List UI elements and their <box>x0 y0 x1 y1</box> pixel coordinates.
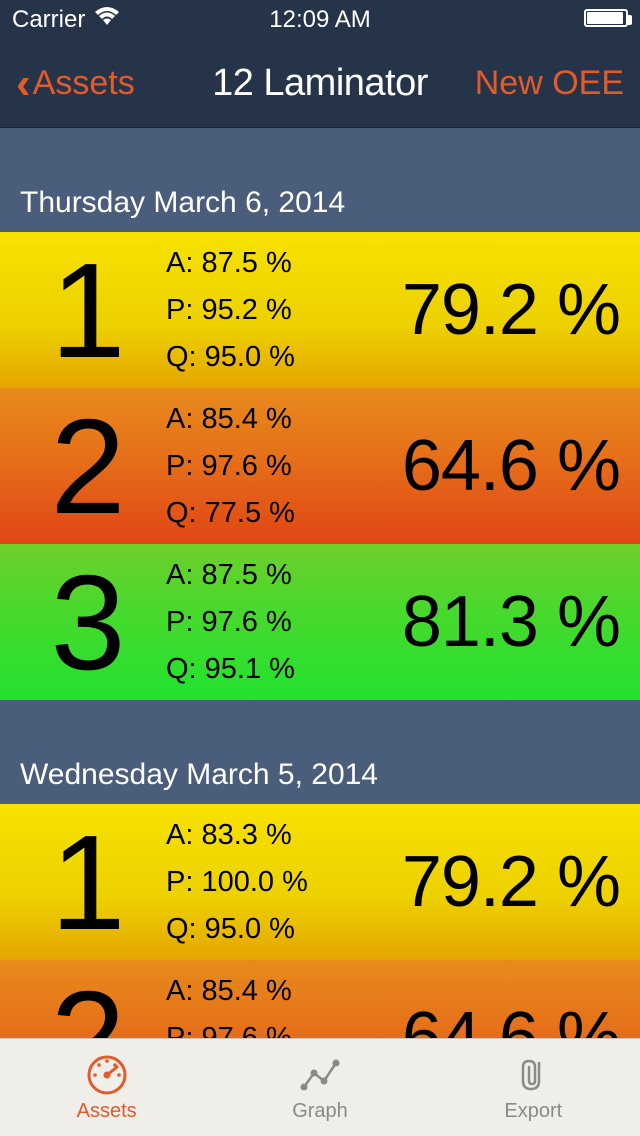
tab-bar: Assets Graph Export <box>0 1038 640 1136</box>
tab-assets-label: Assets <box>77 1100 137 1123</box>
tab-graph[interactable]: Graph <box>213 1039 426 1136</box>
oee-percent: 81.3 % <box>346 581 620 663</box>
shift-number: 3 <box>20 555 150 690</box>
date-header: Thursday March 6, 2014 <box>0 128 640 232</box>
oee-entry-row[interactable]: 2A: 85.4 %P: 97.6 %Q: 77.5 %64.6 % <box>0 960 640 1038</box>
shift-number: 2 <box>20 399 150 534</box>
back-label: Assets <box>33 64 135 103</box>
metric-p: P: 100.0 % <box>166 866 346 899</box>
metric-a: A: 85.4 % <box>166 975 346 1008</box>
oee-entry-row[interactable]: 1 A: 87.5 % P: 95.2 % Q: 95.0 %79.2 % <box>0 232 640 388</box>
oee-entry-row[interactable]: 2 A: 85.4 % P: 97.6 % Q: 77.5 %64.6 % <box>0 388 640 544</box>
oee-entry-row[interactable]: 3 A: 87.5 % P: 97.6 % Q: 95.1 %81.3 % <box>0 544 640 700</box>
oee-percent: 64.6 % <box>346 425 620 507</box>
metric-a: A: 87.5 % <box>166 559 346 592</box>
paperclip-icon <box>511 1052 555 1098</box>
gauge-icon <box>85 1052 129 1098</box>
shift-number: 1 <box>20 243 150 378</box>
metric-q: Q: 95.0 % <box>166 913 346 946</box>
chevron-left-icon: ‹ <box>16 73 31 95</box>
metric-p: P: 97.6 % <box>166 450 346 483</box>
page-title: 12 Laminator <box>212 62 428 105</box>
metric-p: P: 97.6 % <box>166 1022 346 1039</box>
carrier-label: Carrier <box>12 6 85 34</box>
apq-metrics: A: 85.4 %P: 97.6 %Q: 77.5 % <box>166 975 346 1039</box>
date-header: Wednesday March 5, 2014 <box>0 700 640 804</box>
metric-a: A: 83.3 % <box>166 819 346 852</box>
tab-export[interactable]: Export <box>427 1039 640 1136</box>
apq-metrics: A: 87.5 % P: 97.6 % Q: 95.1 % <box>166 559 346 686</box>
wifi-icon <box>93 6 121 34</box>
metric-q: Q: 77.5 % <box>166 497 346 530</box>
tab-export-label: Export <box>504 1100 562 1123</box>
content-scroll[interactable]: Thursday March 6, 2014 1 A: 87.5 % P: 95.2 … <box>0 128 640 1038</box>
apq-metrics: A: 85.4 % P: 97.6 % Q: 77.5 % <box>166 403 346 530</box>
new-oee-button[interactable]: New OEE <box>475 64 624 103</box>
metric-q: Q: 95.1 % <box>166 653 346 686</box>
oee-percent: 79.2 % <box>346 269 620 351</box>
tab-assets[interactable]: Assets <box>0 1039 213 1136</box>
shift-number: 2 <box>20 971 150 1039</box>
metric-q: Q: 95.0 % <box>166 341 346 374</box>
battery-icon <box>584 6 628 34</box>
oee-entry-row[interactable]: 1 A: 83.3 % P: 100.0 % Q: 95.0 %79.2 % <box>0 804 640 960</box>
oee-percent: 79.2 % <box>346 841 620 923</box>
metric-p: P: 95.2 % <box>166 294 346 327</box>
back-button[interactable]: ‹ Assets <box>16 64 135 103</box>
status-time: 12:09 AM <box>269 6 370 34</box>
apq-metrics: A: 83.3 % P: 100.0 % Q: 95.0 % <box>166 819 346 946</box>
graph-icon <box>298 1052 342 1098</box>
metric-a: A: 87.5 % <box>166 247 346 280</box>
metric-p: P: 97.6 % <box>166 606 346 639</box>
shift-number: 1 <box>20 815 150 950</box>
status-bar: Carrier 12:09 AM <box>0 0 640 40</box>
navigation-bar: ‹ Assets 12 Laminator New OEE <box>0 40 640 128</box>
oee-percent: 64.6 % <box>346 997 620 1038</box>
metric-a: A: 85.4 % <box>166 403 346 436</box>
apq-metrics: A: 87.5 % P: 95.2 % Q: 95.0 % <box>166 247 346 374</box>
tab-graph-label: Graph <box>292 1100 348 1123</box>
